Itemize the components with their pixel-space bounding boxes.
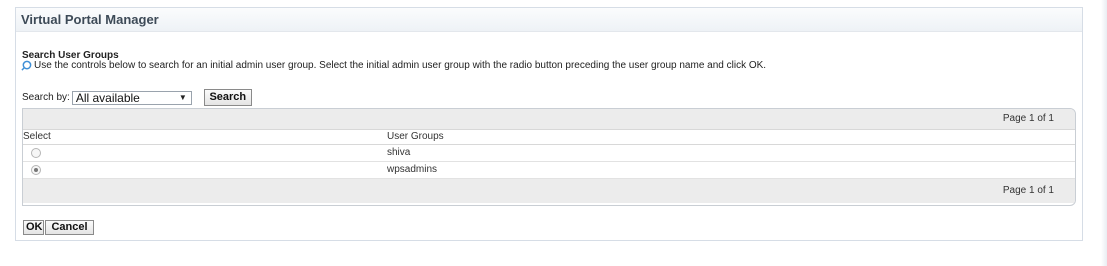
page: Virtual Portal Manager Search User Group… xyxy=(0,0,1107,266)
action-buttons: OK Cancel xyxy=(23,220,94,235)
table-row: shiva xyxy=(23,145,1075,162)
search-by-label: Search by: xyxy=(22,92,70,103)
ok-button[interactable]: OK xyxy=(23,220,44,235)
cancel-button[interactable]: Cancel xyxy=(45,220,94,235)
table-bottom-bar: Page 1 of 1 xyxy=(23,179,1075,203)
page-indicator-top: Page 1 of 1 xyxy=(1002,113,1054,124)
search-controls: Search by: All available ▼ Search xyxy=(22,89,252,106)
search-by-dropdown[interactable]: All available ▼ xyxy=(71,90,192,105)
page-indicator-bottom: Page 1 of 1 xyxy=(1002,185,1054,196)
user-group-name: shiva xyxy=(387,147,411,158)
table-row: wpsadmins xyxy=(23,162,1075,179)
table-top-bar: Page 1 of 1 xyxy=(23,109,1075,129)
search-button[interactable]: Search xyxy=(203,89,252,106)
column-header-user-groups: User Groups xyxy=(387,131,444,142)
instructions-text: Use the controls below to search for an … xyxy=(34,60,767,71)
right-edge-shadow xyxy=(1101,0,1107,266)
search-icon xyxy=(21,60,32,71)
select-radio-wpsadmins[interactable] xyxy=(31,165,41,175)
search-by-selected-value: All available xyxy=(75,90,140,105)
table-header: Select User Groups xyxy=(23,129,1075,145)
user-groups-table: Page 1 of 1 Select User Groups shiva wps… xyxy=(22,108,1076,206)
virtual-portal-manager-portlet: Virtual Portal Manager Search User Group… xyxy=(15,7,1083,241)
column-header-select: Select xyxy=(23,131,51,142)
portlet-title: Virtual Portal Manager xyxy=(21,12,159,27)
portlet-title-bar: Virtual Portal Manager xyxy=(16,8,1082,32)
select-radio-shiva[interactable] xyxy=(31,148,41,158)
chevron-down-icon: ▼ xyxy=(178,93,187,102)
user-group-name: wpsadmins xyxy=(387,164,438,175)
instructions: Use the controls below to search for an … xyxy=(21,60,766,71)
